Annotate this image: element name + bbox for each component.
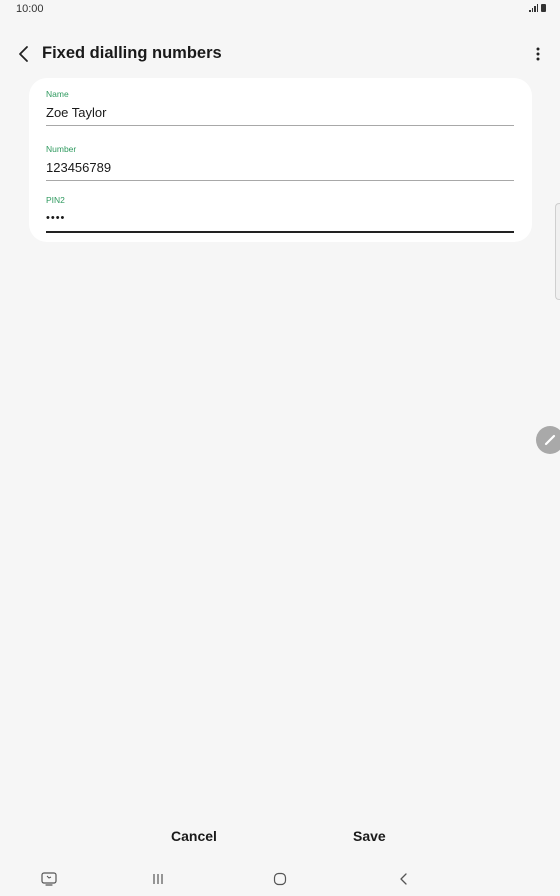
name-field[interactable]: Name Zoe Taylor	[46, 89, 514, 126]
navigation-bar	[0, 864, 560, 894]
number-field-underline	[46, 180, 514, 181]
number-field-value[interactable]: 123456789	[46, 155, 514, 180]
pin2-field[interactable]: PIN2 ••••	[46, 195, 514, 233]
recents-icon	[153, 874, 163, 884]
pin2-field-label: PIN2	[46, 195, 65, 205]
number-field-label: Number	[46, 144, 77, 154]
pin2-field-underline	[46, 231, 514, 233]
chevron-left-icon	[19, 46, 28, 62]
number-field[interactable]: Number 123456789	[46, 144, 514, 181]
save-button[interactable]: Save	[353, 828, 386, 844]
signal-icon	[529, 4, 538, 12]
status-time: 10:00	[16, 3, 44, 15]
nav-recents-button[interactable]	[146, 868, 170, 890]
status-bar: 10:00	[0, 0, 560, 18]
nav-back-button[interactable]	[392, 868, 416, 890]
form-card: Name Zoe Taylor Number 123456789 PIN2 ••…	[29, 78, 532, 242]
more-vertical-icon	[536, 47, 540, 61]
floating-edit-button[interactable]	[536, 426, 560, 454]
status-icons	[529, 4, 546, 12]
more-options-button[interactable]	[530, 42, 546, 66]
back-icon	[400, 873, 407, 885]
pin2-field-value[interactable]: ••••	[46, 206, 514, 231]
back-button[interactable]	[12, 42, 36, 66]
battery-icon	[541, 4, 546, 12]
page-title: Fixed dialling numbers	[42, 44, 222, 62]
edge-panel-handle[interactable]	[555, 203, 560, 300]
nav-screenshot-button[interactable]	[37, 868, 61, 890]
name-field-value[interactable]: Zoe Taylor	[46, 100, 514, 125]
cancel-button[interactable]: Cancel	[171, 828, 217, 844]
home-icon	[273, 872, 287, 886]
recent-apps-screenshot-icon	[41, 872, 57, 886]
app-bar: Fixed dialling numbers	[0, 36, 560, 72]
bottom-actions: Cancel Save	[0, 828, 560, 852]
name-field-underline	[46, 125, 514, 126]
screen: 10:00 Fixed dialling numbers Name Zoe Ta…	[0, 0, 560, 896]
name-field-label: Name	[46, 89, 69, 99]
nav-home-button[interactable]	[268, 868, 292, 890]
pencil-icon	[544, 434, 556, 446]
